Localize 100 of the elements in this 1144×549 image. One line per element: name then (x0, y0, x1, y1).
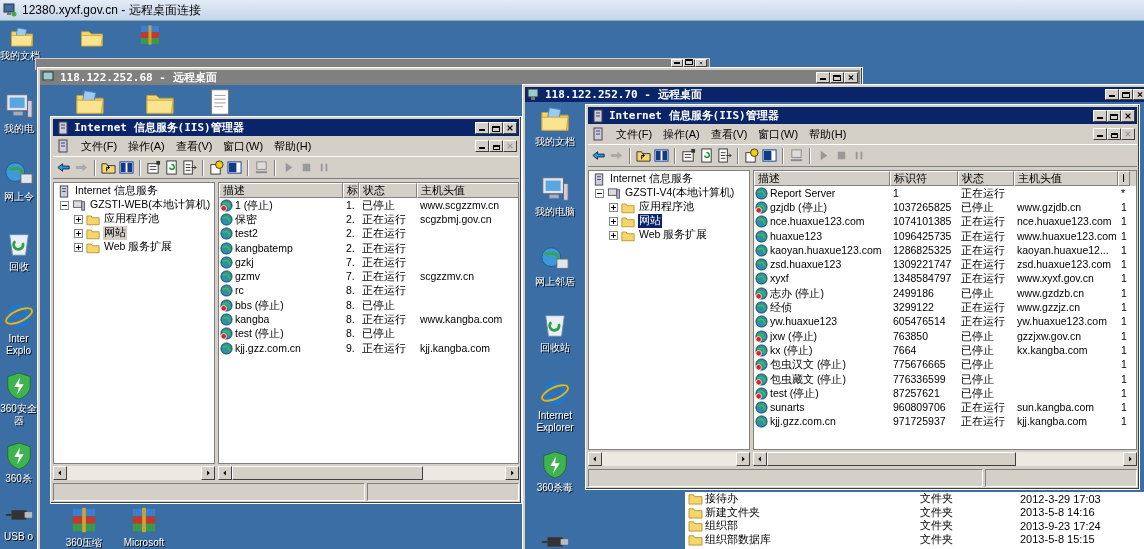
scrollbar[interactable] (753, 452, 1137, 466)
documents-folder-icon[interactable] (75, 87, 105, 117)
scrollbar[interactable] (53, 466, 215, 480)
panel-icon[interactable] (227, 160, 242, 175)
export-list-icon[interactable] (182, 160, 197, 175)
back-arrow-icon[interactable] (56, 160, 71, 175)
close-icon[interactable] (1121, 128, 1135, 140)
file-name[interactable]: 新建文件夹 (705, 504, 920, 520)
menu-item[interactable]: 窗口(W) (758, 126, 799, 142)
site-name[interactable]: kangbatemp (235, 241, 293, 255)
properties-icon[interactable] (681, 148, 696, 163)
help-icon[interactable] (744, 148, 759, 163)
site-name[interactable]: xyxf (770, 272, 789, 286)
site-name[interactable]: kx (停止) (770, 343, 813, 357)
menu-item[interactable]: 查看(V) (175, 138, 213, 154)
scroll-right-icon[interactable] (1123, 452, 1137, 466)
scrollbar[interactable] (218, 466, 519, 480)
column-header[interactable]: 主机头值 (1014, 171, 1118, 186)
scroll-left-icon[interactable] (218, 466, 232, 480)
column-header[interactable]: 标识符 (890, 171, 958, 186)
menu-item[interactable]: 文件(F) (81, 138, 118, 154)
site-name[interactable]: 志办 (停止) (770, 286, 824, 300)
minimize-button[interactable] (1105, 89, 1119, 100)
tree-item[interactable]: Internet 信息服务 (74, 184, 159, 198)
scroll-left-icon[interactable] (753, 452, 767, 466)
site-name[interactable]: 保密 (235, 212, 257, 226)
close-icon[interactable] (503, 121, 517, 134)
site-name[interactable]: yw.huaxue123 (770, 315, 838, 329)
minimize-button[interactable] (475, 121, 489, 134)
site-name[interactable]: kaoyan.huaxue123.com (770, 243, 882, 257)
tree-item[interactable]: Web 服务扩展 (103, 240, 174, 254)
scroll-thumb[interactable] (232, 466, 424, 480)
computer-icon[interactable] (3, 91, 34, 121)
computer-icon[interactable] (789, 148, 804, 163)
documents-folder-icon[interactable] (540, 104, 570, 134)
close-icon[interactable] (1121, 109, 1135, 122)
site-name[interactable]: 经侦 (770, 301, 792, 314)
maximize-button[interactable] (1119, 89, 1133, 100)
menu-item[interactable]: 帮助(H) (809, 126, 847, 142)
site-name[interactable]: 包虫汉文 (停止) (770, 358, 846, 372)
up-folder-icon[interactable] (636, 148, 651, 163)
minimize-button[interactable] (1093, 128, 1107, 140)
site-name[interactable]: kjj.gzz.com.cn (235, 341, 301, 355)
site-name[interactable]: kjj.gzz.com.cn (770, 415, 836, 429)
restore-button[interactable] (1107, 128, 1121, 140)
tree-item[interactable]: Internet 信息服务 (609, 172, 694, 186)
back-arrow-icon[interactable] (591, 148, 606, 163)
site-name[interactable]: jxw (停止) (770, 329, 818, 343)
expander-icon[interactable] (609, 202, 618, 212)
shield-icon[interactable] (540, 450, 570, 480)
refresh-icon[interactable] (164, 160, 179, 175)
tree-pane-icon[interactable] (654, 148, 669, 163)
computer-icon[interactable] (254, 160, 269, 175)
scroll-right-icon[interactable] (505, 466, 519, 480)
site-name[interactable]: sunarts (770, 401, 805, 415)
close-icon[interactable] (503, 140, 517, 152)
column-header[interactable]: 标 (343, 183, 359, 198)
scrollbar[interactable] (588, 452, 750, 466)
scroll-thumb[interactable] (767, 452, 1017, 466)
restore-button[interactable] (489, 140, 503, 152)
tree-item[interactable]: 应用程序池 (638, 200, 695, 214)
tree-item[interactable]: Web 服务扩展 (638, 228, 709, 242)
file-name[interactable]: 接待办 (705, 491, 920, 507)
close-icon[interactable] (695, 59, 707, 67)
tree-item[interactable]: 网站 (103, 226, 127, 240)
close-icon[interactable] (844, 72, 858, 83)
site-name[interactable]: bbs (停止) (235, 298, 284, 312)
panel-icon[interactable] (762, 148, 777, 163)
help-icon[interactable] (209, 160, 224, 175)
menu-item[interactable]: 操作(A) (128, 138, 165, 154)
site-name[interactable]: kangba (235, 313, 270, 326)
site-name[interactable]: gzjdb (停止) (770, 200, 827, 214)
scroll-right-icon[interactable] (201, 466, 215, 480)
site-name[interactable]: zsd.huaxue123 (770, 258, 842, 272)
browser-icon[interactable] (3, 301, 34, 331)
scroll-left-icon[interactable] (588, 452, 602, 466)
column-header[interactable]: I (1118, 171, 1130, 186)
minimize-button[interactable] (816, 72, 830, 83)
site-name[interactable]: Report Server (770, 186, 836, 200)
site-name[interactable]: gzmv (235, 270, 261, 284)
menu-item[interactable]: 帮助(H) (274, 138, 312, 154)
expander-icon[interactable] (60, 200, 69, 210)
up-folder-icon[interactable] (101, 160, 116, 175)
menu-item[interactable]: 文件(F) (616, 126, 653, 142)
minimize-button[interactable] (475, 140, 489, 152)
browser-icon[interactable] (540, 378, 570, 408)
site-name[interactable]: 1 (停止) (235, 198, 273, 212)
refresh-icon[interactable] (699, 148, 714, 163)
expander-icon[interactable] (74, 214, 83, 224)
expander-icon[interactable] (74, 242, 83, 252)
file-name[interactable]: 组织部 (705, 518, 920, 534)
column-header[interactable]: 状态 (359, 183, 417, 198)
scroll-right-icon[interactable] (736, 452, 750, 466)
menu-item[interactable]: 操作(A) (663, 126, 700, 142)
tree-item[interactable]: GZSTI-V4(本地计算机) (624, 186, 736, 200)
close-icon[interactable] (1133, 89, 1144, 100)
site-name[interactable]: 包虫藏文 (停止) (770, 372, 846, 386)
site-name[interactable]: test (停止) (235, 327, 284, 341)
expander-icon[interactable] (74, 228, 83, 238)
tree-item[interactable]: 应用程序池 (103, 212, 160, 226)
